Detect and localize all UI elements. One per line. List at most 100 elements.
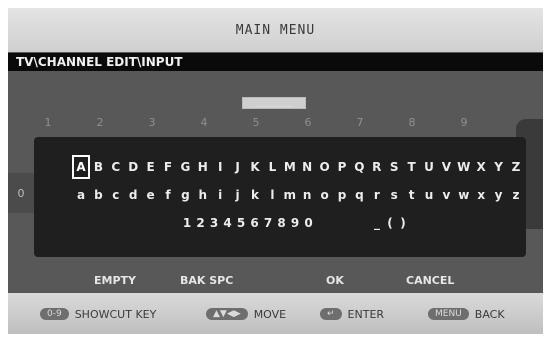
- digit-key[interactable]: 4: [221, 213, 235, 233]
- uppercase-key[interactable]: A: [72, 155, 90, 179]
- uppercase-key[interactable]: G: [178, 157, 192, 177]
- digit-key[interactable]: 0: [302, 213, 316, 233]
- lowercase-key[interactable]: k: [248, 185, 262, 205]
- lowercase-key[interactable]: x: [474, 185, 488, 205]
- digit-key[interactable]: 9: [288, 213, 302, 233]
- lowercase-key[interactable]: y: [492, 185, 506, 205]
- legend-enter: ↵ ENTER: [320, 305, 384, 323]
- lowercase-key[interactable]: n: [300, 185, 314, 205]
- arrow-keys-icon: ▲▼◀▶: [206, 308, 248, 320]
- legend-move-label: MOVE: [253, 307, 287, 321]
- lowercase-key[interactable]: g: [178, 185, 192, 205]
- left-tab: 0: [8, 173, 34, 213]
- lowercase-key[interactable]: v: [439, 185, 453, 205]
- number-row-item: 5: [252, 116, 260, 129]
- lowercase-key[interactable]: s: [387, 185, 401, 205]
- number-row-item: 3: [148, 116, 156, 129]
- cancel-button[interactable]: CANCEL: [406, 271, 454, 291]
- key-legend-bar: 0-9 SHOWCUT KEY ▲▼◀▶ MOVE ↵ ENTER MENU B…: [8, 293, 543, 334]
- uppercase-key[interactable]: Q: [352, 157, 366, 177]
- lowercase-row: abcdefghijklmnopqrstuvwxyz: [34, 185, 526, 207]
- symbol-key[interactable]: _: [370, 213, 384, 233]
- lowercase-key[interactable]: t: [405, 185, 419, 205]
- lowercase-key[interactable]: q: [352, 185, 366, 205]
- number-row-item: 4: [200, 116, 208, 129]
- uppercase-key[interactable]: R: [370, 157, 384, 177]
- uppercase-key[interactable]: F: [161, 157, 175, 177]
- channel-number-row: 1 2 3 4 5 6 7 8 9: [36, 116, 516, 132]
- digit-key[interactable]: 6: [248, 213, 262, 233]
- symbol-key[interactable]: ): [396, 213, 410, 233]
- legend-shortcut-label: SHOWCUT KEY: [74, 307, 157, 321]
- uppercase-key[interactable]: I: [213, 157, 227, 177]
- legend-back-label: BACK: [474, 307, 505, 321]
- lowercase-key[interactable]: z: [509, 185, 523, 205]
- uppercase-key[interactable]: P: [335, 157, 349, 177]
- uppercase-key[interactable]: W: [457, 157, 471, 177]
- legend-enter-label: ENTER: [347, 307, 385, 321]
- uppercase-key[interactable]: M: [283, 157, 297, 177]
- ok-button[interactable]: OK: [326, 271, 344, 291]
- digit-key[interactable]: 7: [261, 213, 275, 233]
- uppercase-key[interactable]: Z: [509, 157, 523, 177]
- lowercase-key[interactable]: h: [196, 185, 210, 205]
- digit-key[interactable]: 8: [275, 213, 289, 233]
- number-row-item: 1: [44, 116, 52, 129]
- lowercase-key[interactable]: d: [126, 185, 140, 205]
- name-entry-field[interactable]: _______: [242, 97, 306, 109]
- uppercase-key[interactable]: D: [126, 157, 140, 177]
- uppercase-key[interactable]: S: [387, 157, 401, 177]
- backspace-button[interactable]: BAK SPC: [180, 271, 233, 291]
- uppercase-key[interactable]: K: [248, 157, 262, 177]
- input-content: _______ 123456789 0 ABCDEFGHIJKLMNOPQRST…: [8, 71, 543, 293]
- enter-key-icon: ↵: [320, 308, 342, 320]
- digit-key[interactable]: 1: [180, 213, 194, 233]
- lowercase-key[interactable]: i: [213, 185, 227, 205]
- lowercase-key[interactable]: l: [265, 185, 279, 205]
- uppercase-key[interactable]: O: [318, 157, 332, 177]
- uppercase-key[interactable]: E: [144, 157, 158, 177]
- menu-title: MAIN MENU: [235, 22, 316, 38]
- lowercase-key[interactable]: f: [161, 185, 175, 205]
- legend-back: MENU BACK: [428, 305, 505, 323]
- uppercase-key[interactable]: B: [91, 157, 105, 177]
- menu-key-icon: MENU: [428, 308, 469, 320]
- uppercase-key[interactable]: Y: [492, 157, 506, 177]
- uppercase-key[interactable]: J: [231, 157, 245, 177]
- number-row-item: 9: [460, 116, 468, 129]
- digit-key[interactable]: 5: [234, 213, 248, 233]
- uppercase-key[interactable]: U: [422, 157, 436, 177]
- lowercase-key[interactable]: w: [457, 185, 471, 205]
- number-keys-icon: 0-9: [40, 308, 69, 320]
- lowercase-key[interactable]: e: [144, 185, 158, 205]
- uppercase-key[interactable]: C: [109, 157, 123, 177]
- legend-move: ▲▼◀▶ MOVE: [206, 305, 286, 323]
- empty-button[interactable]: EMPTY: [94, 271, 136, 291]
- lowercase-key[interactable]: u: [422, 185, 436, 205]
- digit-key[interactable]: 3: [207, 213, 221, 233]
- uppercase-key[interactable]: X: [474, 157, 488, 177]
- lowercase-key[interactable]: r: [370, 185, 384, 205]
- lowercase-key[interactable]: p: [335, 185, 349, 205]
- uppercase-row: ABCDEFGHIJKLMNOPQRSTUVWXYZ: [34, 155, 526, 179]
- menu-title-bar: MAIN MENU: [8, 8, 543, 52]
- uppercase-key[interactable]: H: [196, 157, 210, 177]
- symbol-key[interactable]: (: [383, 213, 397, 233]
- lowercase-key[interactable]: o: [318, 185, 332, 205]
- tv-frame: MAIN MENU TV\CHANNEL EDIT\INPUT _______ …: [0, 0, 551, 339]
- onscreen-keyboard: ABCDEFGHIJKLMNOPQRSTUVWXYZ abcdefghijklm…: [34, 137, 526, 257]
- uppercase-key[interactable]: V: [439, 157, 453, 177]
- number-row-item: 2: [96, 116, 104, 129]
- lowercase-key[interactable]: b: [91, 185, 105, 205]
- digit-key[interactable]: 2: [194, 213, 208, 233]
- action-row: EMPTY BAK SPC OK CANCEL: [8, 271, 543, 291]
- digits-row: 1 2 3 4 5 6 7 8 9 0 _(): [34, 213, 526, 235]
- lowercase-key[interactable]: m: [283, 185, 297, 205]
- lowercase-key[interactable]: a: [74, 185, 88, 205]
- lowercase-key[interactable]: j: [231, 185, 245, 205]
- lowercase-key[interactable]: c: [109, 185, 123, 205]
- legend-shortcut: 0-9 SHOWCUT KEY: [40, 305, 156, 323]
- uppercase-key[interactable]: L: [265, 157, 279, 177]
- uppercase-key[interactable]: T: [405, 157, 419, 177]
- uppercase-key[interactable]: N: [300, 157, 314, 177]
